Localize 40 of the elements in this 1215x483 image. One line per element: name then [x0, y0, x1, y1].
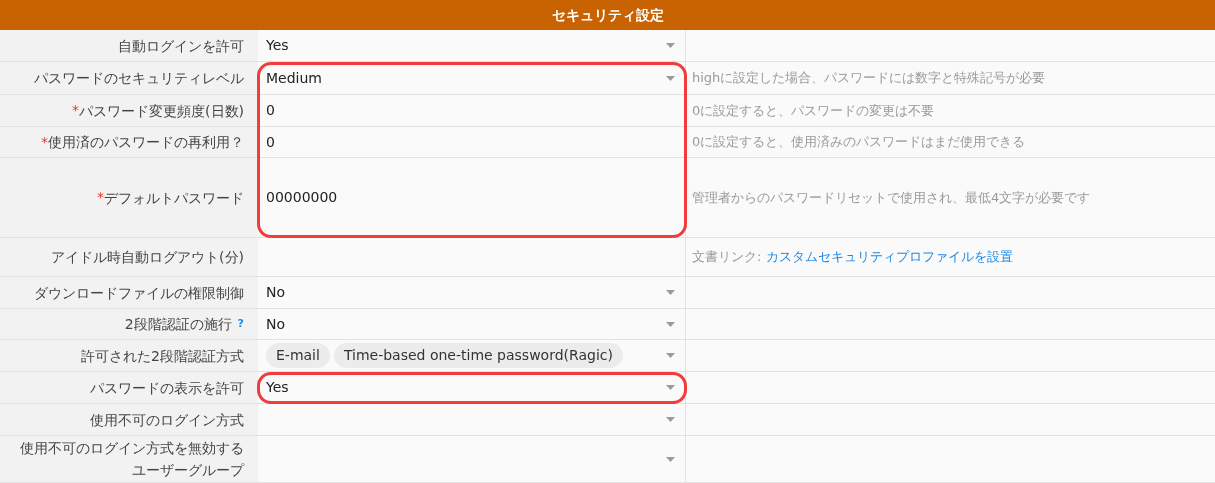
section-header: セキュリティ設定: [0, 0, 1215, 30]
field-label: 自動ログインを許可: [118, 36, 244, 56]
dropdown-caret-icon[interactable]: [666, 417, 675, 422]
required-asterisk: *: [72, 101, 80, 120]
doc-link[interactable]: カスタムセキュリティプロファイルを設置: [765, 249, 1013, 265]
field-label: 許可された2段階認証方式: [81, 346, 244, 366]
field-note: 文書リンク: カスタムセキュリティプロファイルを設置: [692, 248, 1013, 267]
field-label: 使用不可のログイン方式: [90, 410, 244, 430]
field-label: 使用済のパスワードの再利用？: [48, 133, 244, 152]
field-value: Yes: [266, 36, 289, 55]
required-asterisk: *: [97, 188, 104, 207]
field-label: パスワードのセキュリティレベル: [34, 69, 244, 88]
field-value: No: [266, 283, 286, 302]
field-value: 00000000: [266, 188, 338, 207]
field-note: highに設定した場合、パスワードには数字と特殊記号が必要: [692, 69, 1046, 88]
field-label: パスワード変更頻度(日数): [79, 101, 244, 121]
method-tag: E-mail: [266, 343, 330, 368]
field-note: 0に設定すると、使用済みのパスワードはまだ使用できる: [692, 133, 1026, 152]
field-value: 0: [266, 101, 275, 120]
method-tag: Time-based one-time password(Ragic): [333, 343, 623, 368]
dropdown-caret-icon[interactable]: [666, 43, 675, 48]
field-note: 0に設定すると、パスワードの変更は不要: [692, 101, 935, 120]
field-value: Medium: [266, 68, 322, 88]
field-label: パスワードの表示を許可: [90, 378, 244, 398]
field-label: ダウンロードファイルの権限制御: [34, 283, 244, 303]
dropdown-caret-icon[interactable]: [666, 353, 675, 358]
field-note: 管理者からのパスワードリセットで使用され、最低4文字が必要です: [692, 188, 1091, 207]
field-label: デフォルトパスワード: [104, 188, 244, 208]
required-asterisk: *: [41, 132, 48, 152]
field-label: 2段階認証の施行: [124, 315, 232, 334]
field-value: No: [266, 314, 286, 334]
field-value: Yes: [266, 378, 289, 397]
field-value: 0: [266, 132, 275, 152]
dropdown-caret-icon[interactable]: [666, 456, 675, 462]
dropdown-caret-icon[interactable]: [666, 290, 675, 295]
dropdown-caret-icon[interactable]: [666, 321, 675, 327]
dropdown-caret-icon[interactable]: [666, 75, 675, 81]
dropdown-caret-icon[interactable]: [666, 385, 675, 390]
field-label: アイドル時自動ログアウト(分): [51, 248, 244, 267]
field-label: 使用不可のログイン方式を無効するユーザーグループ: [19, 439, 244, 480]
